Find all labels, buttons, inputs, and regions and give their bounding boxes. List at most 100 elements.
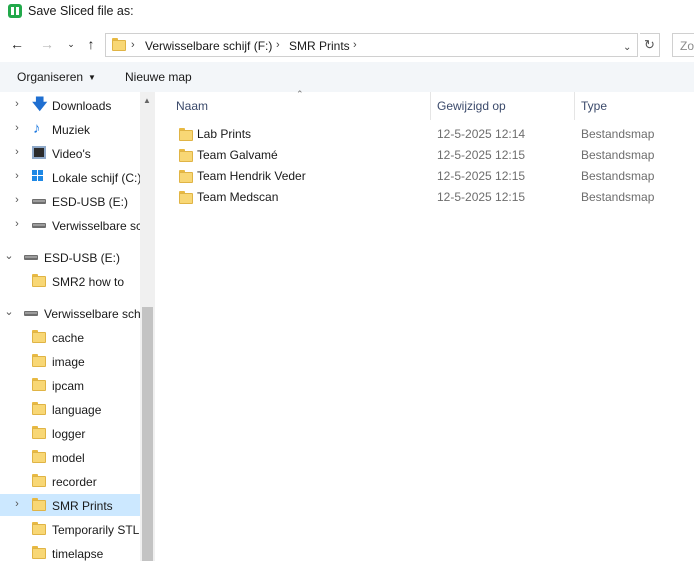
- chevron-right-icon[interactable]: ›: [12, 194, 22, 206]
- folder-icon: [32, 354, 46, 367]
- nav-item-esd-usb-root[interactable]: ⌄ ESD-USB (E:): [0, 246, 140, 268]
- nav-item-label: ESD-USB (E:): [52, 195, 129, 209]
- forward-arrow-icon[interactable]: →: [38, 35, 56, 53]
- scrollbar-thumb[interactable]: [142, 307, 153, 561]
- nav-item-videos[interactable]: › Video's: [0, 142, 140, 164]
- folder-icon: [179, 128, 193, 141]
- chevron-right-icon[interactable]: ›: [12, 170, 22, 182]
- organize-button[interactable]: Organiseren ▼: [17, 70, 96, 84]
- music-icon: ♪: [33, 120, 41, 137]
- nav-item-label: ipcam: [52, 379, 85, 393]
- drive-icon: [32, 194, 46, 207]
- file-type: Bestandsmap: [581, 190, 655, 204]
- breadcrumb-separator: ›: [276, 39, 280, 51]
- nav-item-smr-prints[interactable]: › SMR Prints: [0, 494, 140, 516]
- nav-item-label: model: [52, 451, 85, 465]
- breadcrumb-folder[interactable]: SMR Prints: [289, 39, 350, 53]
- nav-item-label: Downloads: [52, 99, 112, 113]
- folder-icon: [32, 450, 46, 463]
- nav-item-local-disk-c[interactable]: › Lokale schijf (C:): [0, 166, 140, 188]
- nav-item-music[interactable]: › ♪ Muziek: [0, 118, 140, 140]
- nav-item-label: Verwisselbare schijf (F:): [44, 307, 140, 321]
- nav-item-image[interactable]: image: [0, 350, 140, 372]
- nav-item-model[interactable]: model: [0, 446, 140, 468]
- folder-icon: [32, 402, 46, 415]
- drive-icon: [24, 306, 38, 319]
- folder-icon: [179, 191, 193, 204]
- file-list: ⌃ Naam Gewijzigd op Type Lab Prints 12-5…: [160, 89, 694, 561]
- organize-label: Organiseren: [17, 70, 84, 84]
- file-name: Team Hendrik Veder: [197, 169, 306, 183]
- nav-item-removable-disk-root[interactable]: ⌄ Verwisselbare schijf (F:): [0, 302, 140, 324]
- nav-item-logger[interactable]: logger: [0, 422, 140, 444]
- nav-item-label: ESD-USB (E:): [44, 251, 121, 265]
- chevron-right-icon[interactable]: ›: [12, 122, 22, 134]
- column-divider[interactable]: [430, 92, 431, 120]
- file-type: Bestandsmap: [581, 169, 655, 183]
- caret-down-icon: ▼: [88, 73, 96, 82]
- chevron-right-icon[interactable]: ›: [12, 146, 22, 158]
- chevron-right-icon[interactable]: ›: [12, 498, 22, 510]
- nav-item-ipcam[interactable]: ipcam: [0, 374, 140, 396]
- chevron-right-icon[interactable]: ›: [12, 218, 22, 230]
- title-bar: Save Sliced file as:: [0, 0, 694, 26]
- windows-drive-icon: [32, 170, 46, 183]
- table-row[interactable]: Team Medscan 12-5-2025 12:15 Bestandsmap: [160, 187, 694, 208]
- recent-locations-chevron-icon[interactable]: ⌄: [62, 35, 80, 53]
- column-header-name[interactable]: Naam: [176, 99, 208, 113]
- video-icon: [32, 146, 46, 159]
- nav-scrollbar[interactable]: ▲: [140, 92, 155, 561]
- chevron-down-icon[interactable]: ⌄: [623, 42, 631, 53]
- table-row[interactable]: Team Galvamé 12-5-2025 12:15 Bestandsmap: [160, 145, 694, 166]
- file-name: Lab Prints: [197, 127, 252, 141]
- folder-icon: [32, 330, 46, 343]
- drive-icon: [24, 250, 38, 263]
- chevron-down-icon[interactable]: ⌄: [4, 305, 14, 318]
- nav-item-label: Verwisselbare schijf (F:): [52, 219, 140, 233]
- nav-item-label: image: [52, 355, 85, 369]
- drive-icon: [32, 218, 46, 231]
- command-bar: Organiseren ▼ Nieuwe map: [0, 62, 694, 92]
- nav-item-removable-disk[interactable]: › Verwisselbare schijf (F:): [0, 214, 140, 236]
- address-bar[interactable]: › Verwisselbare schijf (F:) › SMR Prints…: [105, 33, 638, 57]
- folder-icon: [32, 474, 46, 487]
- chevron-right-icon[interactable]: ›: [12, 98, 22, 110]
- nav-item-cache[interactable]: cache: [0, 326, 140, 348]
- search-input[interactable]: Zo: [672, 33, 694, 57]
- table-row[interactable]: Team Hendrik Veder 12-5-2025 12:15 Besta…: [160, 166, 694, 187]
- new-folder-button[interactable]: Nieuwe map: [125, 70, 192, 84]
- file-modified: 12-5-2025 12:15: [437, 148, 526, 162]
- file-type: Bestandsmap: [581, 127, 655, 141]
- file-modified: 12-5-2025 12:15: [437, 169, 526, 183]
- scroll-up-icon[interactable]: ▲: [143, 96, 151, 105]
- sort-ascending-icon: ⌃: [296, 89, 304, 99]
- app-icon: [8, 4, 22, 18]
- nav-item-temporarily-stl[interactable]: Temporarily STL: [0, 518, 140, 540]
- column-header-modified[interactable]: Gewijzigd op: [437, 99, 506, 113]
- nav-item-esd-usb[interactable]: › ESD-USB (E:): [0, 190, 140, 212]
- nav-item-language[interactable]: language: [0, 398, 140, 420]
- folder-icon: [32, 378, 46, 391]
- nav-item-timelapse[interactable]: timelapse: [0, 542, 140, 561]
- column-divider[interactable]: [574, 92, 575, 120]
- nav-item-label: timelapse: [52, 547, 104, 561]
- folder-icon: [112, 38, 126, 51]
- breadcrumb-drive[interactable]: Verwisselbare schijf (F:): [145, 39, 272, 53]
- breadcrumb-separator: ›: [131, 39, 135, 51]
- nav-item-label: SMR2 how to: [52, 275, 125, 289]
- nav-item-label: logger: [52, 427, 86, 441]
- nav-item-label: cache: [52, 331, 85, 345]
- up-arrow-icon[interactable]: ↑: [82, 35, 100, 53]
- chevron-down-icon[interactable]: ⌄: [4, 249, 14, 262]
- folder-icon: [179, 170, 193, 183]
- back-arrow-icon[interactable]: ←: [8, 35, 26, 53]
- column-header-type[interactable]: Type: [581, 99, 607, 113]
- nav-item-recorder[interactable]: recorder: [0, 470, 140, 492]
- refresh-icon[interactable]: ↻: [640, 33, 660, 57]
- nav-item-downloads[interactable]: › 🡇 Downloads: [0, 94, 140, 116]
- folder-icon: [32, 498, 46, 511]
- folder-icon: [32, 274, 46, 287]
- nav-item-smr2-how-to[interactable]: SMR2 how to: [0, 270, 140, 292]
- table-row[interactable]: Lab Prints 12-5-2025 12:14 Bestandsmap: [160, 124, 694, 145]
- file-type: Bestandsmap: [581, 148, 655, 162]
